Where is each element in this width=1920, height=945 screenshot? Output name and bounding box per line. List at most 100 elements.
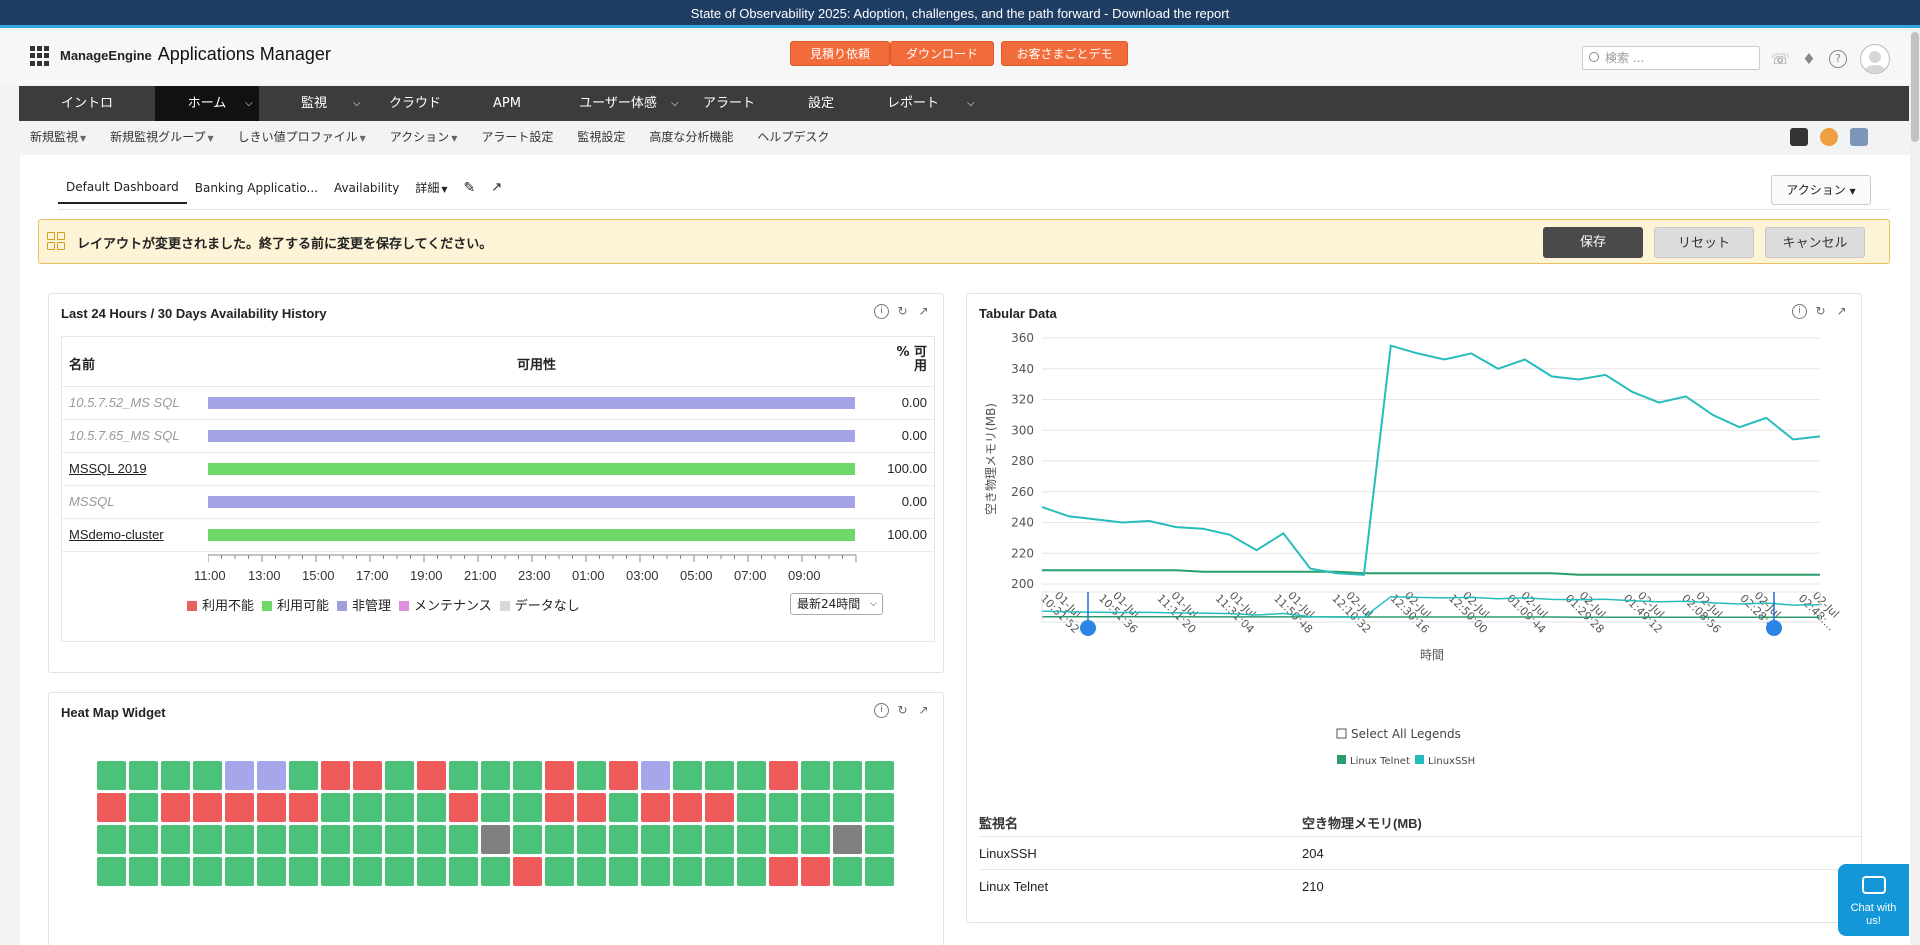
legend-label[interactable]: LinuxSSH [1428, 756, 1475, 764]
actions-dropdown[interactable]: アクション ▼ [1771, 175, 1871, 205]
heatmap-cell[interactable] [225, 793, 254, 822]
refresh-icon[interactable] [1790, 128, 1808, 146]
heatmap-cell[interactable] [641, 793, 670, 822]
heatmap-cell[interactable] [353, 793, 382, 822]
brand-logo[interactable]: ManageEngine Applications Manager [60, 44, 331, 65]
chat-widget[interactable]: Chat with us! [1838, 864, 1909, 936]
heatmap-cell[interactable] [257, 761, 286, 790]
heatmap-cell[interactable] [289, 857, 318, 886]
info-icon[interactable]: i [874, 703, 889, 718]
heatmap-cell[interactable] [769, 825, 798, 854]
legend-swatch[interactable] [1415, 755, 1424, 764]
heatmap-cell[interactable] [97, 825, 126, 854]
heatmap-cell[interactable] [129, 825, 158, 854]
heatmap-cell[interactable] [481, 793, 510, 822]
navigator-handle[interactable] [1080, 620, 1096, 636]
heatmap-cell[interactable] [97, 761, 126, 790]
heatmap-cell[interactable] [161, 793, 190, 822]
heatmap-cell[interactable] [673, 761, 702, 790]
tab-availability[interactable]: Availability [326, 181, 407, 203]
print-icon[interactable] [1850, 128, 1868, 146]
subnav-threshold[interactable]: しきい値プロファイル ▼ [238, 128, 366, 148]
availability-bar[interactable] [208, 529, 855, 541]
refresh-icon[interactable]: ↻ [1813, 304, 1828, 319]
info-icon[interactable]: i [1792, 304, 1807, 319]
nav-home[interactable]: ホーム ⌵ [155, 86, 259, 121]
monitor-name[interactable]: MSdemo-cluster [69, 527, 164, 542]
subnav-actions[interactable]: アクション ▼ [390, 128, 458, 148]
tab-details[interactable]: 詳細 ▼ [407, 179, 455, 204]
nav-settings[interactable]: 設定 [775, 86, 867, 121]
heatmap-cell[interactable] [737, 761, 766, 790]
table-row[interactable]: LinuxSSH 204 [979, 837, 1863, 870]
heatmap-cell[interactable] [609, 761, 638, 790]
heatmap-cell[interactable] [865, 761, 894, 790]
heatmap-cell[interactable] [577, 857, 606, 886]
heatmap-cell[interactable] [609, 825, 638, 854]
nav-intro[interactable]: イントロ [19, 86, 155, 121]
time-range-select[interactable]: 最新24時間 ⌵ [790, 593, 883, 615]
heatmap-cell[interactable] [193, 761, 222, 790]
help-icon[interactable]: ? [1829, 50, 1847, 68]
heatmap-cell[interactable] [225, 761, 254, 790]
heatmap-cell[interactable] [865, 793, 894, 822]
heatmap-cell[interactable] [161, 857, 190, 886]
heatmap-cell[interactable] [321, 825, 350, 854]
heatmap-cell[interactable] [449, 793, 478, 822]
heatmap-cell[interactable] [673, 857, 702, 886]
subnav-alert-settings[interactable]: アラート設定 [481, 128, 553, 148]
heatmap-cell[interactable] [769, 857, 798, 886]
heatmap-cell[interactable] [545, 857, 574, 886]
heatmap-cell[interactable] [577, 825, 606, 854]
refresh-icon[interactable]: ↻ [895, 703, 910, 718]
heatmap-cell[interactable] [481, 761, 510, 790]
heatmap-cell[interactable] [801, 761, 830, 790]
save-button[interactable]: 保存 [1543, 227, 1643, 258]
heatmap-cell[interactable] [513, 793, 542, 822]
heatmap-cell[interactable] [545, 761, 574, 790]
scrollbar-thumb[interactable] [1911, 32, 1919, 142]
heatmap-cell[interactable] [513, 825, 542, 854]
heatmap-cell[interactable] [193, 793, 222, 822]
avatar[interactable] [1860, 44, 1890, 74]
heatmap-cell[interactable] [801, 857, 830, 886]
heatmap-cell[interactable] [609, 857, 638, 886]
heatmap-cell[interactable] [545, 825, 574, 854]
heatmap-cell[interactable] [641, 857, 670, 886]
heatmap-cell[interactable] [97, 793, 126, 822]
legend-label[interactable]: Linux Telnet [1350, 756, 1410, 764]
heatmap-cell[interactable] [577, 761, 606, 790]
nav-more[interactable]: ⌵ [959, 86, 989, 121]
legend-item[interactable]: メンテナンス [399, 595, 492, 614]
heatmap-cell[interactable] [257, 793, 286, 822]
heatmap-cell[interactable] [513, 761, 542, 790]
heatmap-cell[interactable] [193, 857, 222, 886]
heatmap-cell[interactable] [193, 825, 222, 854]
legend-item[interactable]: 利用可能 [262, 595, 329, 614]
expand-icon[interactable]: ↗ [916, 703, 931, 718]
refresh-icon[interactable]: ↻ [895, 304, 910, 319]
heatmap-cell[interactable] [385, 825, 414, 854]
heatmap-cell[interactable] [705, 857, 734, 886]
heatmap-cell[interactable] [737, 793, 766, 822]
monitor-name[interactable]: MSSQL 2019 [69, 461, 147, 476]
legend-swatch[interactable] [1337, 755, 1346, 764]
heatmap-cell[interactable] [161, 761, 190, 790]
heatmap-cell[interactable] [769, 793, 798, 822]
heatmap-cell[interactable] [833, 793, 862, 822]
legend-item[interactable]: 非管理 [337, 595, 391, 614]
tab-banking[interactable]: Banking Applicatio... [187, 181, 326, 203]
heatmap-cell[interactable] [513, 857, 542, 886]
heatmap-cell[interactable] [385, 857, 414, 886]
heatmap-cell[interactable] [641, 825, 670, 854]
nav-monitor[interactable]: 監視 ⌵ [259, 86, 369, 121]
palette-icon[interactable] [1820, 128, 1838, 146]
promo-banner[interactable]: State of Observability 2025: Adoption, c… [0, 0, 1920, 28]
heatmap-cell[interactable] [865, 857, 894, 886]
tab-default-dashboard[interactable]: Default Dashboard [58, 180, 187, 204]
cancel-button[interactable]: キャンセル [1765, 227, 1865, 258]
heatmap-cell[interactable] [417, 825, 446, 854]
external-link-icon[interactable]: ↗ [483, 180, 510, 203]
heatmap-cell[interactable] [481, 857, 510, 886]
heatmap-cell[interactable] [833, 857, 862, 886]
